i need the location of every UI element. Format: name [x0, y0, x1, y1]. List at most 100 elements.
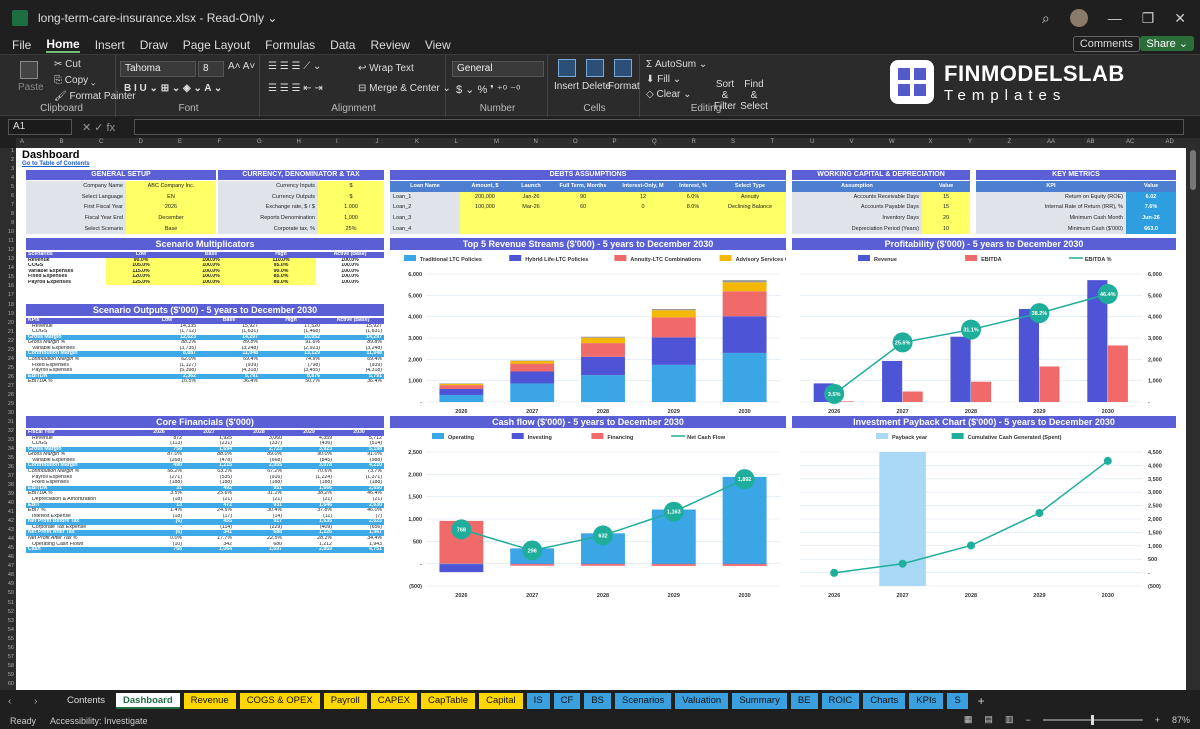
row-header[interactable]: 20 — [8, 320, 14, 326]
row-header[interactable]: 3 — [11, 166, 14, 172]
table-cell[interactable]: 50.7% — [260, 379, 322, 385]
row-header[interactable]: 44 — [8, 536, 14, 542]
align-top-buttons[interactable]: ☰ ☰ ☰ ⟋ ⌄ — [268, 61, 321, 72]
insert-cells-icon[interactable] — [558, 59, 576, 77]
table-cell[interactable] — [510, 212, 552, 224]
align-buttons[interactable]: ☰ ☰ ☰ ⇤ ⇥ — [268, 83, 323, 94]
row-header[interactable]: 21 — [8, 329, 14, 335]
table-cell[interactable]: Return on Equity (ROE) — [976, 191, 1126, 203]
row-header[interactable]: 54 — [8, 627, 14, 633]
table-cell[interactable]: 663.0 — [1126, 223, 1176, 234]
setup-value[interactable]: 25% — [318, 223, 384, 234]
name-box[interactable]: A1 — [8, 119, 72, 135]
table-cell[interactable]: 80.0% — [246, 279, 316, 286]
row-header[interactable]: 30 — [8, 410, 14, 416]
row-header[interactable]: 36 — [8, 464, 14, 470]
setup-value[interactable]: ABC Company Inc. — [126, 181, 216, 192]
tab-formulas[interactable]: Formulas — [265, 38, 315, 52]
column-header-A[interactable]: A — [20, 139, 24, 145]
toc-link[interactable]: Go to Table of Contents — [22, 161, 90, 167]
column-header-W[interactable]: W — [889, 139, 895, 145]
sheet-tab-roic[interactable]: ROIC — [821, 693, 860, 709]
column-headers[interactable]: A B C D E F G H I J K L M N O P Q R S T U V W X Y Z AA AB AC AD — [16, 138, 1186, 148]
column-header-F[interactable]: F — [218, 139, 222, 145]
table-cell[interactable]: 1,064 — [184, 547, 234, 553]
column-header-V[interactable]: V — [850, 139, 854, 145]
row-header[interactable]: 51 — [8, 600, 14, 606]
row-header[interactable]: 31 — [8, 419, 14, 425]
sheet-tab-is[interactable]: IS — [526, 693, 550, 709]
column-header-N[interactable]: N — [534, 139, 538, 145]
sheet-tab-valuation[interactable]: Valuation — [675, 693, 729, 709]
row-header[interactable]: 28 — [8, 392, 14, 398]
column-header-AB[interactable]: AB — [1087, 139, 1095, 145]
table-cell[interactable]: Minimum Cash Month — [976, 212, 1126, 224]
row-header[interactable]: 58 — [8, 663, 14, 669]
table-cell[interactable]: Jan-26 — [510, 191, 552, 203]
sheet-tab-summary[interactable]: Summary — [732, 693, 787, 709]
row-header[interactable]: 27 — [8, 383, 14, 389]
row-header[interactable]: 25 — [8, 365, 14, 371]
table-cell[interactable]: Mar-26 — [510, 202, 552, 213]
sheet-tab-cogs-opex[interactable]: COGS & OPEX — [239, 693, 320, 709]
row-header[interactable]: 35 — [8, 455, 14, 461]
row-header[interactable]: 19 — [8, 311, 14, 317]
column-header-L[interactable]: L — [455, 139, 458, 145]
sheet-tab-cf[interactable]: CF — [553, 693, 581, 709]
cut-button[interactable]: ✂ Cut — [54, 59, 81, 70]
row-header[interactable]: 4 — [11, 175, 14, 181]
sheet-tab-bs[interactable]: BS — [584, 693, 612, 709]
tab-file[interactable]: File — [12, 38, 31, 52]
row-header[interactable]: 34 — [8, 446, 14, 452]
number-format-select[interactable]: General — [452, 61, 544, 77]
table-cell[interactable]: 15 — [922, 202, 970, 213]
tab-data[interactable]: Data — [330, 38, 355, 52]
column-header-S[interactable]: S — [731, 139, 735, 145]
table-cell[interactable]: 125.0% — [106, 279, 176, 286]
column-header-Z[interactable]: Z — [1008, 139, 1012, 145]
row-header[interactable]: 12 — [8, 247, 14, 253]
row-header[interactable]: 40 — [8, 500, 14, 506]
table-cell[interactable]: Annuity — [714, 191, 786, 203]
row-headers[interactable]: 1 2 3 4 5 6 7 8 9 10 11 12 13 14 15 16 17 18 19 20 21 22 23 24 2… — [0, 148, 16, 690]
row-header[interactable]: 43 — [8, 527, 14, 533]
delete-button[interactable]: Delete — [582, 81, 611, 92]
row-header[interactable]: 39 — [8, 491, 14, 497]
row-header[interactable]: 6 — [11, 193, 14, 199]
table-cell[interactable]: 8.0% — [672, 202, 714, 213]
row-header[interactable]: 7 — [11, 202, 14, 208]
sheet-tab-capex[interactable]: CAPEX — [370, 693, 417, 709]
close-icon[interactable]: ✕ — [1174, 10, 1186, 27]
row-header[interactable]: 13 — [8, 256, 14, 262]
table-cell[interactable]: 20 — [922, 212, 970, 224]
row-header[interactable]: 10 — [8, 229, 14, 235]
row-header[interactable]: 24 — [8, 356, 14, 362]
table-cell[interactable]: Loan_3 — [390, 212, 460, 224]
table-cell[interactable]: 7.6% — [1126, 202, 1176, 213]
sheet-tab-payroll[interactable]: Payroll — [323, 693, 367, 709]
format-button[interactable]: Format — [608, 81, 640, 92]
row-header[interactable]: 45 — [8, 545, 14, 551]
row-header[interactable]: 49 — [8, 581, 14, 587]
column-header-AD[interactable]: AD — [1166, 139, 1174, 145]
table-cell[interactable]: 100,000 — [460, 202, 510, 213]
paste-icon[interactable] — [20, 61, 38, 79]
insert-button[interactable]: Insert — [554, 81, 579, 92]
column-header-G[interactable]: G — [257, 139, 262, 145]
column-header-X[interactable]: X — [929, 139, 933, 145]
column-header-R[interactable]: R — [692, 139, 696, 145]
row-header[interactable]: 32 — [8, 428, 14, 434]
format-cells-icon[interactable] — [614, 59, 632, 77]
tab-view[interactable]: View — [425, 38, 451, 52]
scroll-thumb[interactable] — [1190, 150, 1196, 190]
table-cell[interactable]: 10 — [922, 223, 970, 234]
row-header[interactable]: 60 — [8, 681, 14, 687]
sheet-tab-kpis[interactable]: KPIs — [909, 693, 944, 709]
zoom-slider[interactable] — [1042, 714, 1143, 725]
table-cell[interactable]: Loan_4 — [390, 223, 460, 234]
sheet-tab-scenarios[interactable]: Scenarios — [615, 693, 672, 709]
font-size-select[interactable]: 8 — [198, 61, 224, 77]
row-header[interactable]: 38 — [8, 482, 14, 488]
row-header[interactable]: 11 — [8, 238, 14, 244]
sheet-tab-revenue[interactable]: Revenue — [183, 693, 236, 709]
